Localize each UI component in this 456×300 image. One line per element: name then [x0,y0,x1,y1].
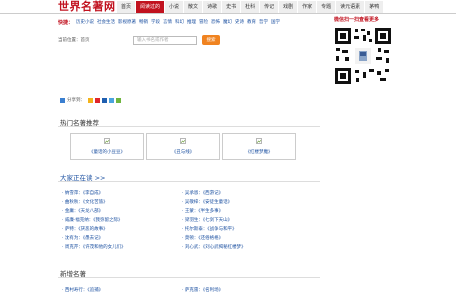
nav-item[interactable]: 杜科 [241,1,261,13]
nav-item[interactable]: 散文 [184,1,204,13]
list-item[interactable]: · 西村寿行：《追捕》 [62,287,103,293]
quick-link[interactable]: 国学 [271,19,280,25]
list-item[interactable]: · 萨特：《厌恶的故事》 [62,225,126,234]
more-icon[interactable] [116,97,121,103]
qzone-icon[interactable] [88,97,93,103]
list-item[interactable]: · 莫顿：《还俗格格》 [182,234,246,243]
divider [58,126,320,127]
quick-link[interactable]: 哲学 [259,19,268,25]
quick-link[interactable]: 言情 [163,19,172,25]
quick-link[interactable]: 历史小说 [76,19,94,25]
list-item[interactable]: · 金庸：《天龙八部》 [62,207,126,216]
quick-link[interactable]: 科幻 [175,19,184,25]
quick-link[interactable]: 教育 [247,19,256,25]
nav-item[interactable]: 读元语素 [336,1,366,13]
nav-item[interactable]: 作家 [298,1,318,13]
nav-item[interactable]: 史书 [222,1,242,13]
search-input[interactable]: 输入书名或作者 [133,36,197,45]
nav-item[interactable]: 阅读过的 [136,1,166,13]
wechat-box: 微信扫一扫查看更多 [326,16,398,86]
weibo-icon[interactable] [95,97,100,103]
divider [58,277,320,278]
wechat-text: 微信扫一扫查看更多 [334,17,380,23]
quick-link[interactable]: 影视原著 [118,19,136,25]
renren-icon[interactable] [102,97,107,103]
list-item[interactable]: · 王蒙：《半生多事》 [182,207,246,216]
main-nav: 首页 阅读过的 小说 散文 诗歌 史书 杜科 传记 戏剧 作家 专题 读元语素 茅鸭 [117,1,385,13]
nav-item[interactable]: 专题 [317,1,337,13]
nav-item[interactable]: 戏剧 [279,1,299,13]
quick-link[interactable]: 学段 [151,19,160,25]
reading-list-left: · 纳雪萍：《李自成》 · 曲秋秋：《文化苦旅》 · 金庸：《天龙八部》 · 威… [62,189,126,252]
quick-link[interactable]: 魔幻 [223,19,232,25]
site-logo[interactable]: 世界名著网 [58,1,116,13]
book-title[interactable]: 《红楼梦魔》 [223,149,295,155]
share-icon [60,97,65,103]
quick-link[interactable]: 恐怖 [211,19,220,25]
list-item[interactable]: · 沈有为：《愚去记》 [62,234,126,243]
quick-link[interactable]: 史诗 [235,19,244,25]
image-icon [256,138,262,144]
list-item[interactable]: · 威廉·福克纳：《我弥留之际》 [62,216,126,225]
list-item[interactable]: · 曲秋秋：《文化苦旅》 [62,198,126,207]
share-label: 分享到： [67,98,85,103]
book-card[interactable]: 《童话的小豆豆》 [70,133,144,160]
tencent-icon[interactable] [109,97,114,103]
list-item[interactable]: · 刘心武：《刘心武揭秘红楼梦》 [182,243,246,252]
book-card[interactable]: 《红楼梦魔》 [222,133,296,160]
book-title[interactable]: 《童话的小豆豆》 [71,149,143,155]
list-item[interactable]: · 周克芹：《许茂和他的女儿们》 [62,243,126,252]
list-item[interactable]: · 吴承恩：《西游记》 [182,189,246,198]
book-card[interactable]: 《丑与线》 [146,133,220,160]
search-button[interactable]: 搜索 [202,35,220,45]
nav-item[interactable]: 诗歌 [203,1,223,13]
reading-list-right: · 吴承恩：《西游记》 · 吴敬梓：《安徒生童话》 · 王蒙：《半生多事》 · … [182,189,246,252]
quick-links-bar: 快捷： 历史小说 社会生活 影视原著 畅销 学段 言情 科幻 推理 冒险 恐怖 魔幻 史诗 教育 哲学 国学 [58,16,330,28]
book-title[interactable]: 《丑与线》 [147,149,219,155]
quick-link[interactable]: 畅销 [139,19,148,25]
nav-item[interactable]: 小说 [165,1,185,13]
nav-item[interactable]: 茅鸭 [365,1,385,13]
nav-item[interactable]: 传记 [260,1,280,13]
list-item[interactable]: · 梁羽生：《七剑下天山》 [182,216,246,225]
image-icon [104,138,110,144]
divider [58,181,320,182]
quick-links-label: 快捷： [58,19,74,26]
nav-item[interactable]: 首页 [117,1,137,13]
quick-link[interactable]: 推理 [187,19,196,25]
list-item[interactable]: · 纳雪萍：《李自成》 [62,189,126,198]
list-item[interactable]: · 萨克雷：《名利场》 [182,287,223,293]
qr-code-icon [333,26,393,86]
quick-links: 历史小说 社会生活 影视原著 畅销 学段 言情 科幻 推理 冒险 恐怖 魔幻 史诗 教育 哲学 国学 [76,19,283,25]
top-bar: 世界名著网 首页 阅读过的 小说 散文 诗歌 史书 杜科 传记 戏剧 作家 专题 读元语素 茅鸭 [0,0,456,14]
breadcrumb: 当前位置：首页 [58,38,90,43]
list-item[interactable]: · 托尔斯泰：《战争与和平》 [182,225,246,234]
list-item[interactable]: · 吴敬梓：《安徒生童话》 [182,198,246,207]
quick-link[interactable]: 冒险 [199,19,208,25]
image-icon [180,138,186,144]
share-bar: 分享到： [60,97,123,103]
quick-link[interactable]: 社会生活 [97,19,115,25]
